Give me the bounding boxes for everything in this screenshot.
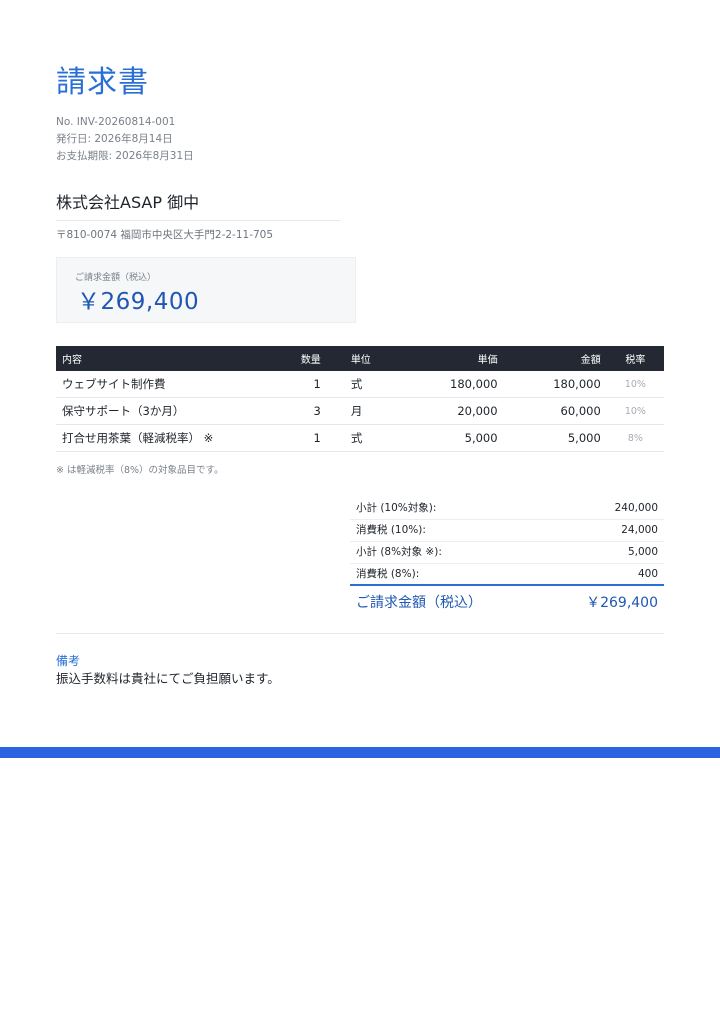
summary-label: 消費税 (10%): [356, 524, 426, 536]
row-name: 打合せ用茶葉（軽減税率） ※ [56, 424, 285, 452]
remarks-heading: 備考 [56, 654, 81, 668]
table-header-row: 内容 数量 単位 単価 金額 税率 [56, 346, 664, 371]
row-price: 5,000 [400, 424, 504, 452]
row-amount: 5,000 [503, 424, 607, 452]
header-name: 内容 [62, 355, 82, 366]
summary-value: 24,000 [621, 524, 658, 536]
invoice-page: 請求書 No. INV-20260814-001 発行日: 2026年8月14日… [0, 0, 720, 1018]
line-items-table: 内容 数量 単位 単価 金額 税率 ウェブサイト制作費 1 式 180,000 … [56, 346, 664, 452]
remarks-body: 振込手数料は貴社にてご負担願います。 [56, 671, 280, 686]
row-rate: 8% [606, 424, 664, 452]
total-amount-value: ￥269,400 [77, 289, 200, 315]
row-price: 180,000 [400, 371, 504, 398]
summary-block: 小計 (10%対象): 240,000 消費税 (10%): 24,000 小計… [350, 498, 664, 618]
row-qty: 1 [284, 371, 327, 398]
recipient-name: 株式会社ASAP 御中 [56, 192, 340, 221]
reduced-tax-note: ※ は軽減税率（8%）の対象品目です。 [56, 465, 224, 476]
row-qty: 1 [284, 424, 327, 452]
summary-value: 240,000 [614, 502, 658, 514]
header-amount: 金額 [580, 355, 601, 366]
header-qty: 数量 [300, 355, 321, 366]
row-rate: 10% [606, 397, 664, 425]
grand-total-value: ￥269,400 [586, 595, 658, 611]
invoice-number: No. INV-20260814-001 [56, 116, 176, 128]
document-title: 請求書 [56, 65, 149, 100]
header-price: 単価 [477, 355, 498, 366]
table-row: ウェブサイト制作費 1 式 180,000 180,000 10% [56, 371, 664, 398]
row-unit: 月 [326, 397, 401, 425]
invoice-meta: No. INV-20260814-001 発行日: 2026年8月14日 お支払… [56, 114, 194, 165]
due-date: お支払期限: 2026年8月31日 [56, 150, 194, 162]
header-unit: 単位 [350, 355, 371, 366]
row-amount: 180,000 [503, 371, 607, 398]
grand-total-label: ご請求金額（税込） [356, 595, 482, 611]
row-unit: 式 [326, 371, 401, 398]
issue-date: 発行日: 2026年8月14日 [56, 133, 173, 145]
row-unit: 式 [326, 424, 401, 452]
recipient-address: 〒810-0074 福岡市中央区大手門2-2-11-705 [56, 229, 274, 241]
footer-accent-bar [0, 747, 720, 758]
summary-row: 消費税 (8%): 400 [350, 564, 664, 585]
summary-row: 小計 (8%対象 ※): 5,000 [350, 542, 664, 564]
summary-row: 小計 (10%対象): 240,000 [350, 498, 664, 520]
summary-label: 消費税 (8%): [356, 568, 420, 580]
table-row: 保守サポート（3か月） 3 月 20,000 60,000 10% [56, 397, 664, 425]
row-price: 20,000 [400, 397, 504, 425]
summary-row: 消費税 (10%): 24,000 [350, 520, 664, 542]
table-row: 打合せ用茶葉（軽減税率） ※ 1 式 5,000 5,000 8% [56, 424, 664, 452]
row-amount: 60,000 [503, 397, 607, 425]
header-rate: 税率 [625, 355, 646, 366]
recipient-block: 株式会社ASAP 御中 〒810-0074 福岡市中央区大手門2-2-11-70… [56, 192, 340, 242]
row-name: 保守サポート（3か月） [56, 397, 285, 425]
row-rate: 10% [606, 371, 664, 398]
summary-value: 400 [637, 568, 658, 580]
summary-label: 小計 (10%対象): [356, 502, 437, 514]
grand-total-row: ご請求金額（税込） ￥269,400 [350, 584, 664, 618]
row-name: ウェブサイト制作費 [56, 371, 285, 398]
total-amount-box: ご請求金額（税込） ￥269,400 [56, 257, 356, 323]
summary-label: 小計 (8%対象 ※): [356, 546, 442, 558]
row-qty: 3 [284, 397, 327, 425]
summary-value: 5,000 [627, 546, 658, 558]
section-divider [56, 633, 664, 634]
